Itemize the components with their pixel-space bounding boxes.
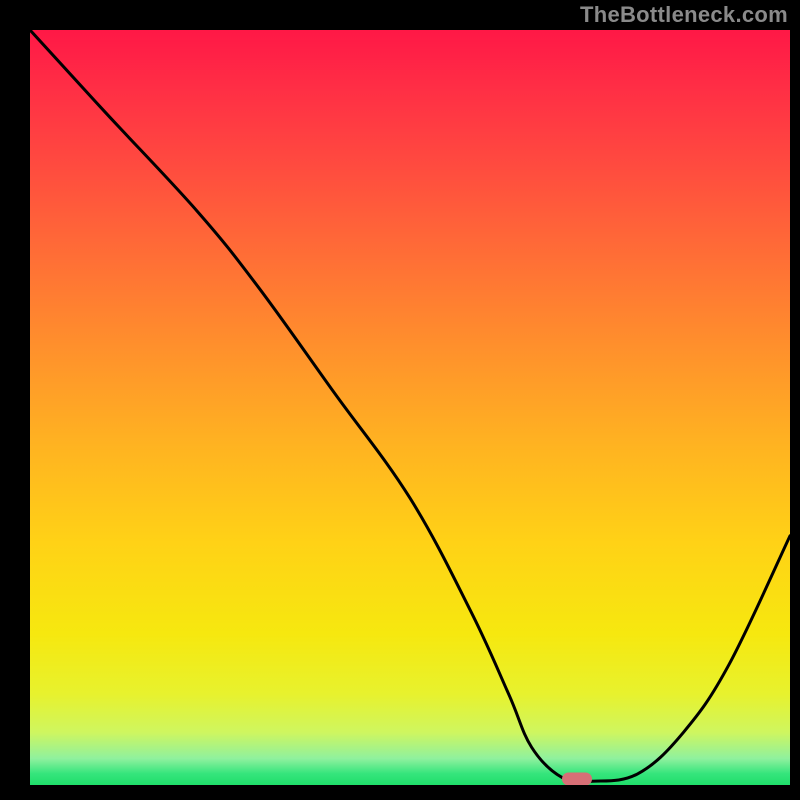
bottleneck-curve [30, 30, 790, 785]
watermark-label: TheBottleneck.com [580, 2, 788, 28]
plot-area [30, 30, 790, 785]
optimal-marker [562, 772, 592, 785]
chart-frame: TheBottleneck.com [0, 0, 800, 800]
